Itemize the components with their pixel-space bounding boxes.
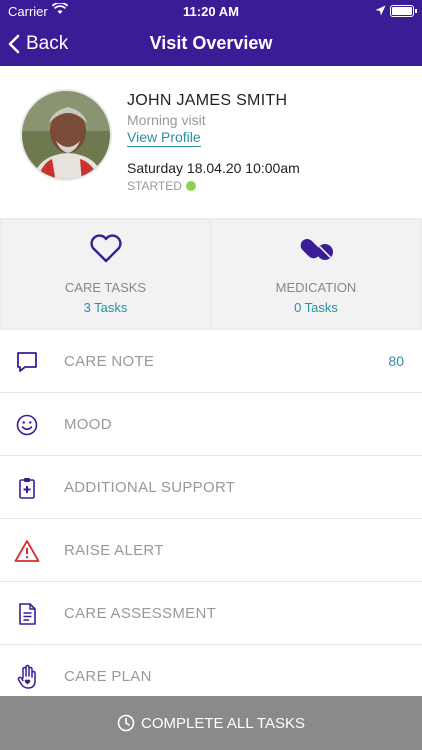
smiley-icon	[14, 412, 40, 438]
care-tasks-tile[interactable]: CARE TASKS 3 Tasks	[2, 220, 209, 328]
care-note-count: 80	[388, 353, 404, 369]
visit-menu: CARE NOTE 80 MOOD ADDITIONAL SUPPORT RAI…	[0, 330, 422, 708]
header: Carrier 11:20 AM Back Visit Overview	[0, 0, 422, 66]
document-icon	[14, 601, 40, 627]
visit-status: STARTED	[127, 179, 196, 193]
clock-icon	[117, 714, 135, 732]
visit-date: Saturday 18.04.20 10:00am	[127, 160, 300, 176]
menu-item-mood[interactable]: MOOD	[0, 393, 422, 456]
menu-item-care-assessment[interactable]: CARE ASSESSMENT	[0, 582, 422, 645]
tile-title: CARE TASKS	[64, 280, 147, 295]
patient-name: JOHN JAMES SMITH	[127, 92, 288, 109]
avatar	[20, 89, 112, 181]
tile-count: 0 Tasks	[294, 300, 338, 315]
medical-clipboard-icon	[14, 475, 40, 501]
status-dot-icon	[185, 181, 196, 191]
task-tiles: CARE TASKS 3 Tasks MEDICATION 0 Tasks	[0, 218, 422, 330]
location-arrow-icon	[375, 4, 386, 19]
menu-label: CARE ASSESSMENT	[64, 605, 217, 622]
menu-item-raise-alert[interactable]: RAISE ALERT	[0, 519, 422, 582]
speech-bubble-icon	[14, 349, 40, 375]
heart-icon	[89, 234, 122, 263]
hand-icon	[14, 664, 40, 690]
status-bar: Carrier 11:20 AM	[0, 0, 422, 22]
tile-count: 3 Tasks	[83, 300, 128, 315]
complete-all-tasks-label: COMPLETE ALL TASKS	[141, 714, 305, 732]
menu-label: ADDITIONAL SUPPORT	[64, 479, 236, 496]
menu-label: CARE PLAN	[64, 668, 152, 685]
view-profile-link[interactable]: View Profile	[127, 129, 201, 147]
menu-label: MOOD	[64, 416, 112, 433]
menu-item-care-note[interactable]: CARE NOTE 80	[0, 330, 422, 393]
pills-icon	[300, 238, 333, 260]
menu-label: CARE NOTE	[64, 353, 155, 370]
patient-profile: JOHN JAMES SMITH Morning visit View Prof…	[0, 66, 422, 218]
warning-icon	[14, 538, 40, 564]
clock-time: 11:20 AM	[183, 4, 239, 19]
battery-icon	[390, 5, 417, 17]
complete-all-tasks-button[interactable]: COMPLETE ALL TASKS	[0, 696, 422, 750]
menu-item-additional-support[interactable]: ADDITIONAL SUPPORT	[0, 456, 422, 519]
menu-label: RAISE ALERT	[64, 542, 164, 559]
tile-title: MEDICATION	[275, 280, 357, 295]
medication-tile[interactable]: MEDICATION 0 Tasks	[212, 220, 420, 328]
status-label: STARTED	[127, 179, 182, 193]
page-title: Visit Overview	[149, 33, 273, 53]
visit-type: Morning visit	[127, 112, 206, 128]
